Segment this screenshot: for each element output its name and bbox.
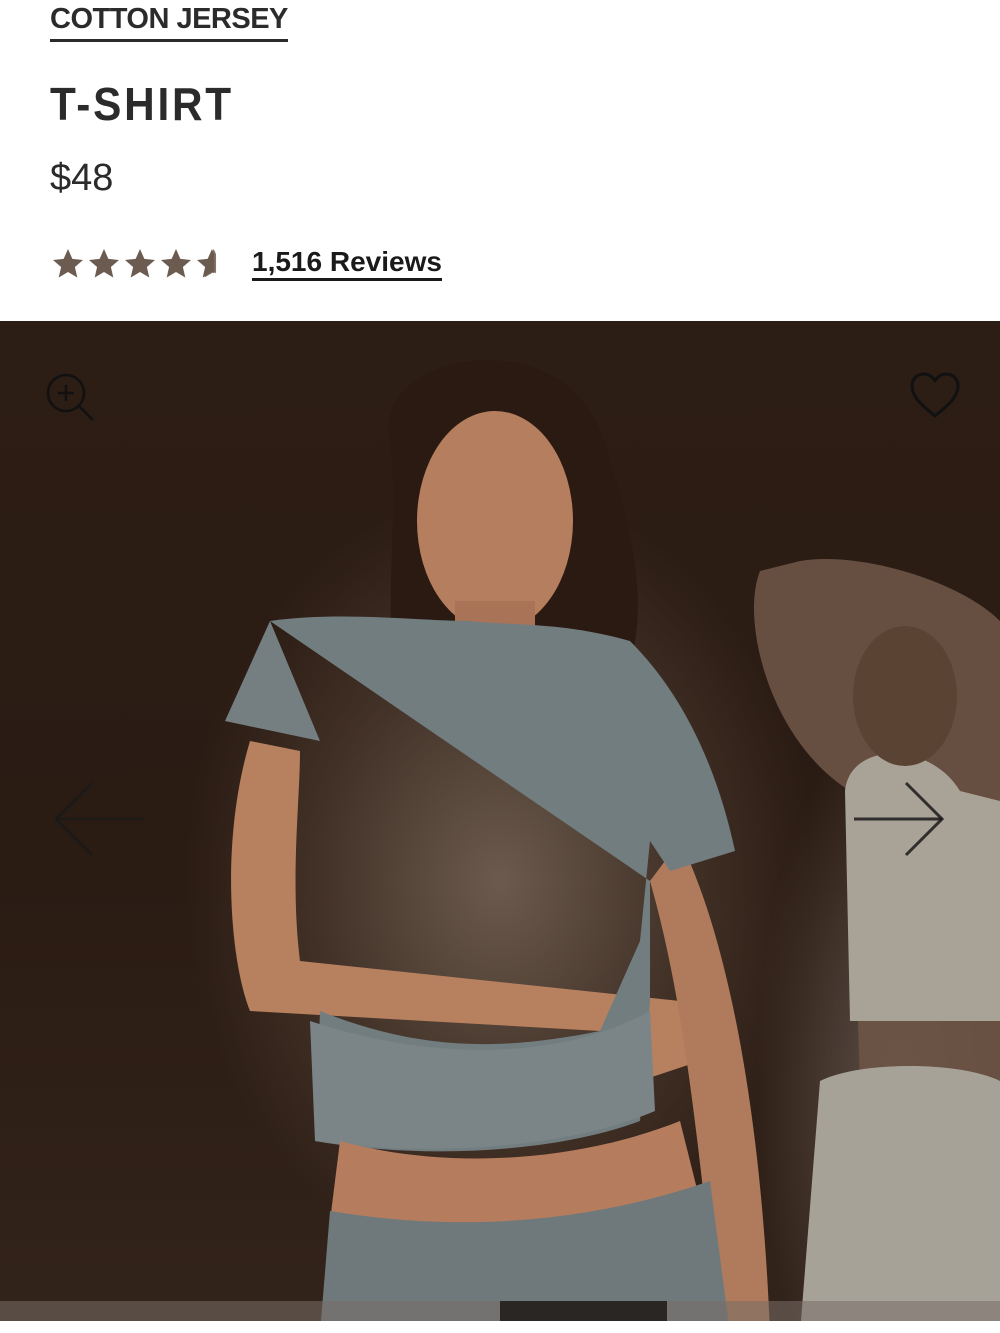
star-icon	[125, 249, 155, 278]
reviews-link[interactable]: 1,516 Reviews	[252, 247, 442, 281]
product-photo	[225, 360, 1000, 1333]
gallery-progress-indicator	[500, 1301, 667, 1321]
rating-row: 1,516 Reviews	[50, 242, 442, 286]
arrow-left-icon[interactable]	[50, 779, 146, 859]
gallery-progress-bar[interactable]	[0, 1301, 1000, 1321]
product-image-gallery[interactable]	[0, 321, 1000, 1333]
product-title: T-SHIRT	[50, 78, 234, 130]
product-price: $48	[50, 157, 114, 199]
zoom-in-icon[interactable]	[44, 371, 96, 423]
star-icon	[89, 249, 119, 278]
collection-link[interactable]: COTTON JERSEY	[50, 3, 288, 42]
star-icon	[53, 249, 83, 278]
star-half-icon	[197, 249, 217, 278]
arrow-right-icon[interactable]	[852, 779, 948, 859]
product-page: COTTON JERSEY T-SHIRT $48 1,516 Reviews	[0, 0, 1000, 1333]
gallery-bottom-edge	[0, 1321, 1000, 1333]
heart-icon[interactable]	[908, 371, 962, 421]
star-rating[interactable]	[50, 246, 232, 282]
star-icon	[161, 249, 191, 278]
